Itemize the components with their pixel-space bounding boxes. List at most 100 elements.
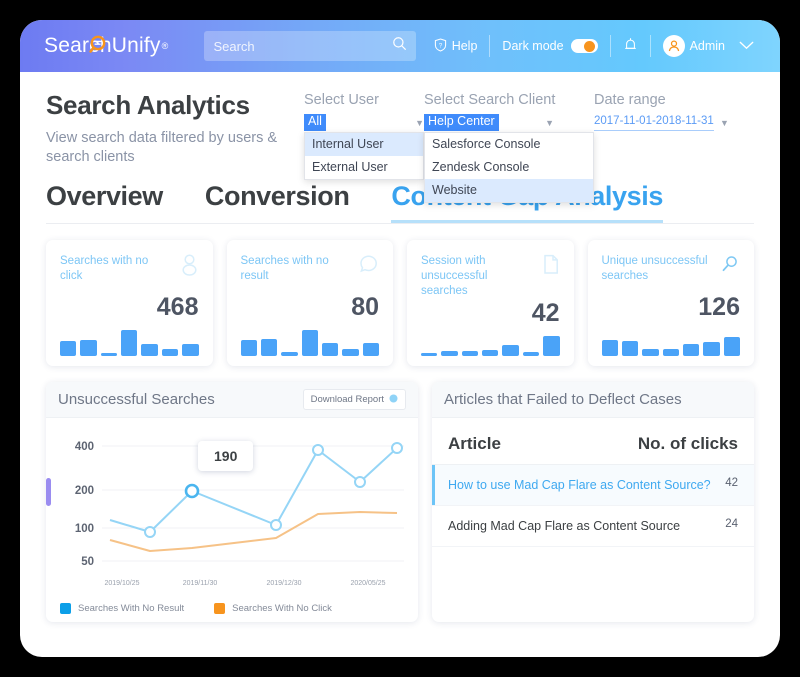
top-bar: SearchUnify ® Search ? Help Dark mode Ad… (20, 20, 780, 72)
stat-card-session-with-unsuccessful-searches[interactable]: Session with unsuccessful searches 42 (407, 239, 574, 366)
table-row[interactable]: How to use Mad Cap Flare as Content Sour… (432, 464, 754, 506)
svg-text:2019/12/30: 2019/12/30 (266, 580, 301, 587)
filter-select-search-client: Select Search Client Help Center ▼ Sales… (424, 92, 594, 203)
article-clicks: 24 (725, 517, 738, 530)
stat-card-sparkline (240, 329, 380, 356)
document-icon (542, 254, 560, 280)
panel-row: Unsuccessful Searches Download Report 40… (20, 366, 780, 622)
select-user-value: All (304, 114, 326, 131)
select-search-client-label: Select Search Client (424, 92, 556, 108)
select-user-dropdown[interactable]: Internal User External User (304, 132, 424, 180)
filter-select-user: Select User All ▼ Internal User External… (304, 92, 424, 180)
svg-text:2019/10/25: 2019/10/25 (104, 580, 139, 587)
panel-header: Articles that Failed to Deflect Cases (432, 381, 754, 418)
stat-card-row: Searches with no click 468 Searches with… (20, 224, 780, 366)
article-clicks: 42 (725, 476, 738, 489)
column-header-clicks: No. of clicks (637, 433, 738, 453)
articles-failed-panel: Articles that Failed to Deflect Cases Ar… (432, 381, 754, 622)
app-window: SearchUnify ® Search ? Help Dark mode Ad… (20, 20, 780, 657)
dropdown-option[interactable]: Salesforce Console (425, 133, 593, 156)
legend-swatch (60, 602, 71, 614)
panel-title: Articles that Failed to Deflect Cases (444, 390, 682, 408)
dropdown-option[interactable]: Zendesk Console (425, 156, 593, 179)
tab-overview[interactable]: Overview (46, 181, 163, 223)
dark-mode-toggle[interactable]: Dark mode (490, 39, 609, 53)
select-user-control[interactable]: All ▼ (304, 114, 424, 131)
bell-icon[interactable] (623, 37, 638, 56)
brand-trademark: ® (161, 41, 169, 51)
download-report-label: Download Report (310, 393, 384, 405)
stat-card-sparkline (601, 330, 741, 356)
stat-card-searches-with-no-result[interactable]: Searches with no result 80 (226, 239, 393, 366)
stat-card-sparkline (60, 329, 199, 356)
filter-date-range: Date range 2017-11-01-2018-11-31 ▼ (594, 92, 754, 131)
dark-mode-switch[interactable] (570, 39, 598, 53)
line-chart: 400 200 100 50 2019/10/25 2019/11/30 201… (46, 418, 418, 622)
user-avatar-icon (662, 35, 685, 57)
notifications-button[interactable] (611, 37, 650, 56)
chart-scroll-indicator[interactable] (46, 477, 51, 506)
caret-down-icon[interactable]: ▼ (415, 118, 424, 128)
date-range-value: 2017-11-01-2018-11-31 (594, 115, 714, 131)
title-block: Search Analytics View search data filter… (46, 90, 304, 167)
page-title: Search Analytics (46, 90, 250, 120)
svg-text:2020/05/25: 2020/05/25 (350, 580, 385, 587)
comment-bubble-icon (358, 254, 379, 279)
select-search-client-control[interactable]: Help Center ▼ (424, 114, 554, 131)
stat-card-searches-with-no-click[interactable]: Searches with no click 468 (46, 239, 213, 366)
dropdown-option[interactable]: Internal User (305, 133, 423, 156)
top-bar-actions: ? Help Dark mode Admin (422, 35, 766, 57)
search-stat-icon (720, 254, 740, 279)
stat-card-label: Searches with no click (60, 254, 149, 282)
svg-text:400: 400 (75, 441, 94, 453)
stat-card-value: 80 (351, 292, 379, 321)
svg-text:200: 200 (75, 485, 94, 497)
stat-card-unique-unsuccessful-searches[interactable]: Unique unsuccessful searches 126 (587, 239, 754, 366)
article-title[interactable]: Adding Mad Cap Flare as Content Source (448, 517, 725, 535)
panel-header: Unsuccessful Searches Download Report (46, 381, 418, 418)
stat-card-value: 42 (531, 298, 560, 327)
tab-conversion[interactable]: Conversion (205, 181, 350, 223)
stat-card-sparkline (421, 335, 560, 356)
legend-item-no-result: Searches With No Result (60, 602, 185, 614)
caret-down-icon[interactable]: ▼ (545, 118, 554, 128)
legend-swatch (214, 602, 226, 614)
svg-text:100: 100 (75, 523, 94, 535)
chart-legend: Searches With No Result Searches With No… (60, 602, 408, 614)
chevron-down-icon[interactable] (739, 39, 754, 53)
help-button[interactable]: ? Help (422, 37, 490, 55)
select-search-client-dropdown[interactable]: Salesforce Console Zendesk Console Websi… (424, 132, 594, 203)
stat-card-value: 126 (698, 292, 740, 321)
svg-text:50: 50 (81, 556, 94, 568)
table-row[interactable]: Adding Mad Cap Flare as Content Source 2… (432, 506, 754, 547)
chart-tooltip: 190 (198, 440, 254, 471)
help-label: Help (451, 39, 478, 53)
global-search-box[interactable] (204, 31, 417, 61)
select-user-label: Select User (304, 92, 379, 108)
user-name-label: Admin (689, 39, 725, 53)
stat-card-label: Unique unsuccessful searches (601, 254, 708, 282)
legend-label: Searches With No Result (78, 602, 185, 614)
magnifier-logo-icon (89, 35, 109, 55)
svg-text:2019/11/30: 2019/11/30 (183, 580, 218, 587)
dark-mode-label: Dark mode (502, 39, 564, 53)
stat-card-label: Searches with no result (240, 254, 329, 282)
article-title[interactable]: How to use Mad Cap Flare as Content Sour… (448, 476, 725, 494)
dropdown-option[interactable]: Website (425, 179, 593, 202)
date-range-control[interactable]: 2017-11-01-2018-11-31 ▼ (594, 114, 754, 131)
stat-card-label: Session with unsuccessful searches (421, 254, 488, 297)
legend-label: Searches With No Click (232, 602, 332, 614)
dropdown-option[interactable]: External User (305, 156, 423, 179)
help-shield-icon: ? (434, 37, 447, 55)
brand-logo[interactable]: SearchUnify ® (44, 34, 168, 58)
download-report-button[interactable]: Download Report (302, 388, 406, 410)
search-icon[interactable] (392, 36, 407, 56)
unsuccessful-searches-panel: Unsuccessful Searches Download Report 40… (46, 381, 418, 622)
search-input[interactable] (213, 38, 393, 54)
person-icon (180, 254, 199, 281)
page-subtitle: View search data filtered by users & sea… (46, 130, 278, 165)
caret-down-icon[interactable]: ▼ (720, 118, 729, 128)
page-header: Search Analytics View search data filter… (20, 72, 780, 203)
user-menu[interactable]: Admin (651, 35, 766, 57)
column-header-article: Article (448, 433, 501, 453)
